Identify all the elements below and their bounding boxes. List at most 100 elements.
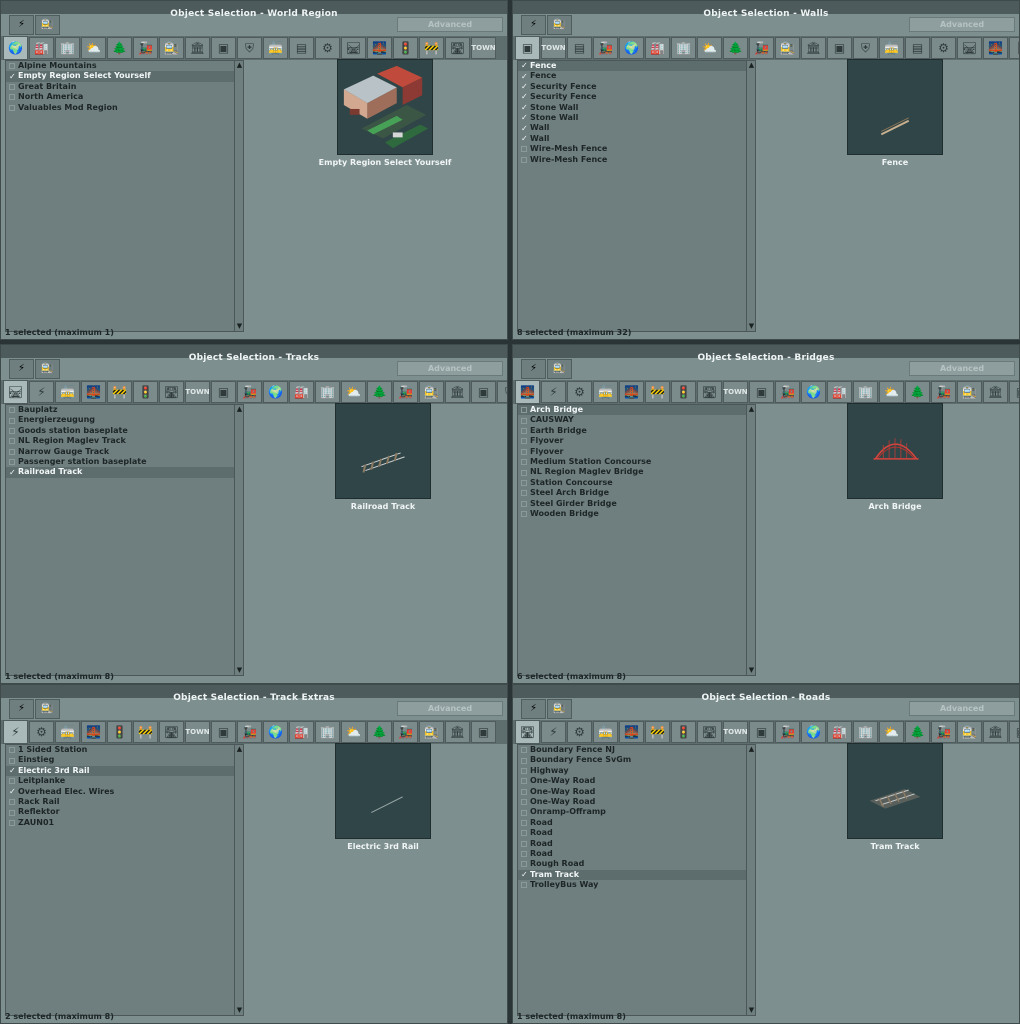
category-tab[interactable]: ▣	[515, 36, 540, 60]
category-tab[interactable]: TOWN	[185, 721, 210, 743]
category-tab[interactable]: ▣	[211, 37, 236, 59]
checkbox[interactable]	[9, 104, 15, 111]
list-item[interactable]: Einstieg	[6, 755, 243, 765]
list-item[interactable]: 1 Sided Station	[6, 745, 243, 755]
scroll-down-arrow-icon[interactable]: ▼	[236, 667, 243, 674]
scroll-down-arrow-icon[interactable]: ▼	[236, 1007, 243, 1014]
category-tab[interactable]: 🚋	[263, 37, 288, 59]
category-tab[interactable]: ▣	[749, 721, 774, 743]
checkbox[interactable]	[521, 747, 527, 754]
checkbox[interactable]	[521, 407, 527, 414]
category-tab[interactable]: ⚡	[541, 721, 566, 743]
category-tab[interactable]: 🚂	[775, 721, 800, 743]
category-tab[interactable]: TOWN	[723, 721, 748, 743]
category-tab[interactable]: TOWN	[185, 381, 210, 403]
category-tab[interactable]: 🚉	[159, 37, 184, 59]
category-tab[interactable]: 🌲	[723, 37, 748, 59]
checkbox[interactable]	[521, 146, 527, 153]
category-tab[interactable]: 🏭	[29, 37, 54, 59]
list-item[interactable]: Earth Bridge	[518, 426, 755, 436]
list-item[interactable]: Rack Rail	[6, 797, 243, 807]
category-tab[interactable]: 🏛	[983, 721, 1008, 743]
station-tab-icon[interactable]: 🚉	[35, 359, 60, 379]
list-item[interactable]: TrolleyBus Way	[518, 880, 755, 890]
scroll-down-arrow-icon[interactable]: ▼	[748, 323, 755, 330]
category-tab[interactable]: 🌍	[801, 381, 826, 403]
category-tab[interactable]: ⛅	[697, 37, 722, 59]
category-tab[interactable]: 🏢	[671, 37, 696, 59]
list-item[interactable]: ✓ Tram Track	[518, 869, 755, 881]
checkbox[interactable]	[521, 882, 527, 889]
category-tab[interactable]: 🌲	[905, 721, 930, 743]
list-item[interactable]: Reflektor	[6, 807, 243, 817]
category-tab[interactable]: 🛣	[515, 720, 540, 744]
checkbox[interactable]	[9, 417, 15, 424]
category-tab[interactable]: 🌉	[619, 721, 644, 743]
checkbox[interactable]	[521, 500, 527, 507]
category-tab[interactable]: 🏢	[853, 381, 878, 403]
category-tab[interactable]: 🚦	[1009, 37, 1019, 59]
loco-tab-icon[interactable]: 🚉	[35, 15, 60, 35]
category-tab[interactable]: 🌍	[263, 721, 288, 743]
list-item[interactable]: Energierzeugung	[6, 415, 243, 425]
category-tab[interactable]: 🚦	[133, 381, 158, 403]
list-item[interactable]: Flyover	[518, 436, 755, 446]
checkbox[interactable]: ✓	[521, 62, 528, 70]
scroll-down-arrow-icon[interactable]: ▼	[236, 323, 243, 330]
checkbox[interactable]: ✓	[521, 124, 528, 132]
checkbox[interactable]	[9, 427, 15, 434]
category-tab[interactable]: ▤	[905, 37, 930, 59]
category-tab[interactable]: ⚙	[567, 721, 592, 743]
checkbox[interactable]: ✓	[9, 468, 16, 476]
window-titlebar[interactable]: Object Selection - Roads	[513, 685, 1019, 703]
list-item[interactable]: Valuables Mod Region	[6, 103, 243, 113]
category-tab[interactable]: ⛅	[879, 721, 904, 743]
checkbox[interactable]	[521, 778, 527, 785]
checkbox[interactable]	[9, 809, 15, 816]
category-tab[interactable]: ▣	[211, 721, 236, 743]
checkbox[interactable]	[521, 788, 527, 795]
checkbox[interactable]: ✓	[9, 787, 16, 795]
list-item[interactable]: Rough Road	[518, 859, 755, 869]
category-tab[interactable]: 🚦	[393, 37, 418, 59]
category-tab[interactable]: 🚉	[775, 37, 800, 59]
category-tab[interactable]: 🚦	[671, 721, 696, 743]
category-tab[interactable]: 🏭	[289, 721, 314, 743]
scroll-up-arrow-icon[interactable]: ▲	[236, 62, 243, 69]
signal-tab-icon[interactable]: 🚉	[547, 15, 572, 35]
category-tab[interactable]: 🚂	[237, 381, 262, 403]
category-tab[interactable]: ⛨	[497, 381, 507, 403]
checkbox[interactable]	[9, 94, 15, 101]
checkbox[interactable]	[521, 479, 527, 486]
list-item[interactable]: Highway	[518, 766, 755, 776]
category-tab[interactable]: 🚧	[645, 381, 670, 403]
category-tab[interactable]: 🚋	[55, 721, 80, 743]
list-item[interactable]: One-Way Road	[518, 776, 755, 786]
category-tab[interactable]: 🚧	[645, 721, 670, 743]
category-tab[interactable]: 🏭	[645, 37, 670, 59]
list-item[interactable]: ✓ Stone Wall	[518, 113, 755, 123]
checkbox[interactable]	[521, 861, 527, 868]
checkbox[interactable]	[521, 511, 527, 518]
category-tab[interactable]: 🌍	[3, 36, 28, 60]
category-tab[interactable]: 🛤	[957, 37, 982, 59]
category-tab[interactable]: 🛣	[445, 37, 470, 59]
category-tab[interactable]: 🌲	[905, 381, 930, 403]
checkbox[interactable]	[521, 438, 527, 445]
scrollbar[interactable]: ▲ ▼	[234, 61, 243, 331]
bridge-tab-icon[interactable]: ⚡	[521, 15, 546, 35]
list-item[interactable]: Boundary Fence NJ	[518, 745, 755, 755]
category-tab[interactable]: 🛣	[697, 721, 722, 743]
category-tab[interactable]: ▣	[471, 381, 496, 403]
checkbox[interactable]	[9, 778, 15, 785]
category-tab[interactable]: 🚂	[749, 37, 774, 59]
category-tab[interactable]: 🌲	[107, 37, 132, 59]
category-tab[interactable]: 🌲	[367, 381, 392, 403]
category-tab[interactable]: 🛣	[159, 381, 184, 403]
list-item[interactable]: Road	[518, 818, 755, 828]
checkbox[interactable]: ✓	[521, 72, 528, 80]
category-tab[interactable]: 🚋	[593, 381, 618, 403]
category-tab[interactable]: 🏭	[827, 721, 852, 743]
advanced-button[interactable]: Advanced	[397, 361, 503, 376]
checkbox[interactable]	[521, 156, 527, 163]
